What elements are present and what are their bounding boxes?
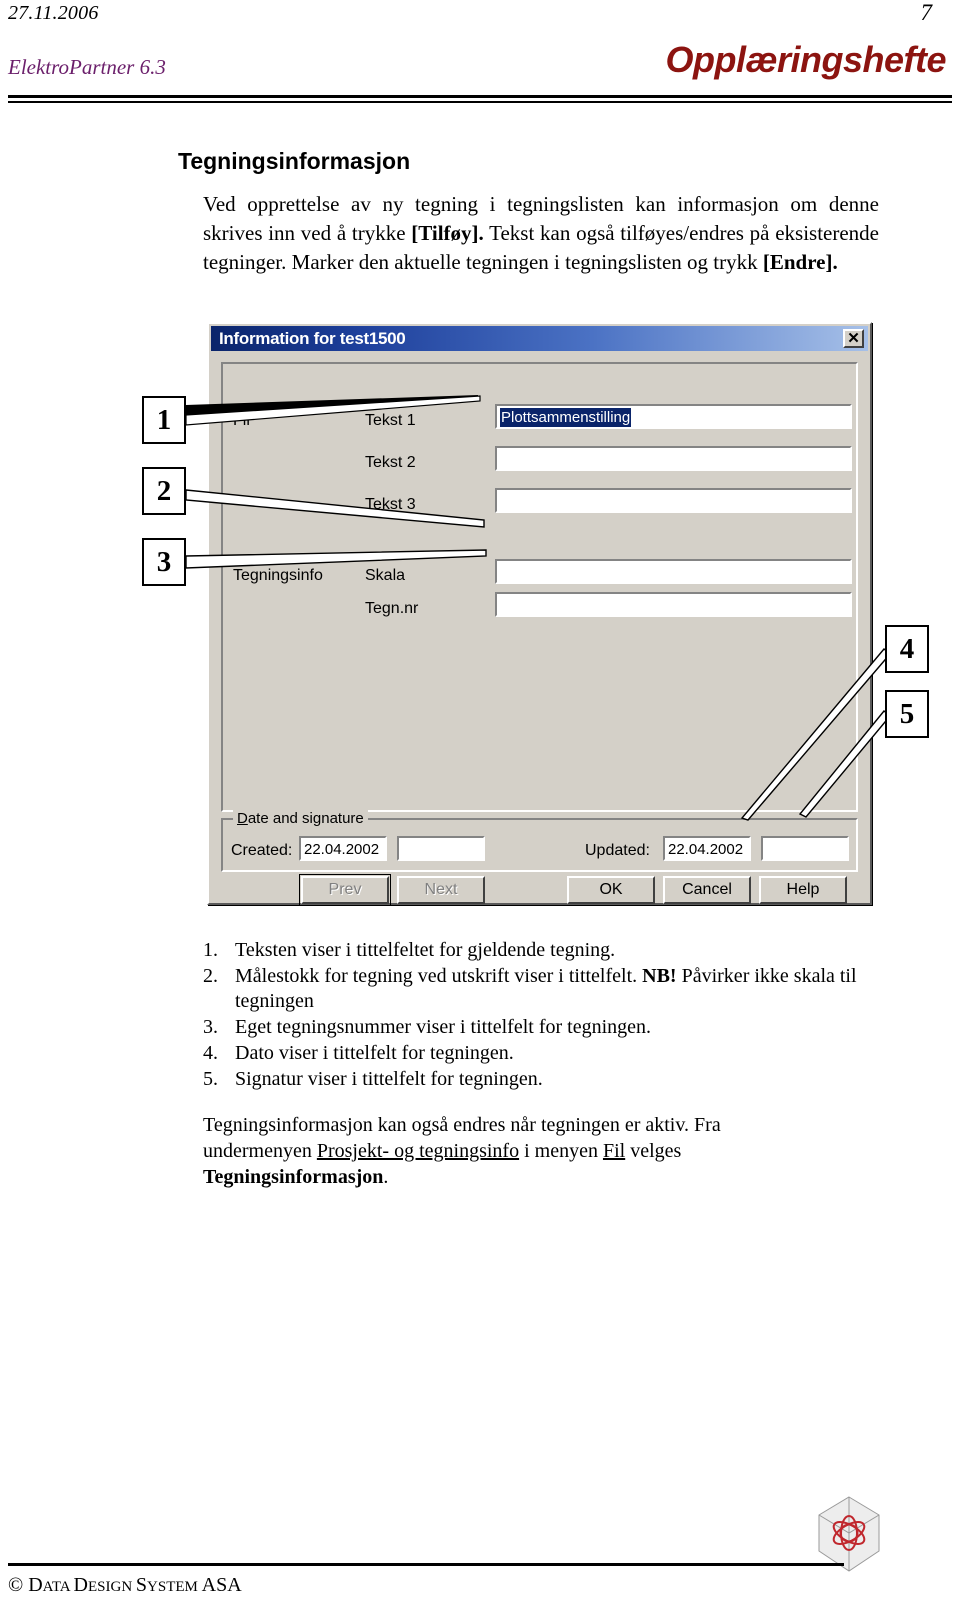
group-label-fil: Fil <box>233 412 250 429</box>
note-item-1: 1. Teksten viser i tittelfeltet for gjeld… <box>203 938 883 963</box>
input-tekst-1-value: Plottsammenstilling <box>500 408 632 427</box>
notes-list: 1. Teksten viser i tittelfeltet for gjeld… <box>203 938 883 1093</box>
note-number-5: 5. <box>203 1068 218 1090</box>
date-group-legend: Date and signature <box>233 810 368 827</box>
note-text-2a: Målestokk for tegning ved utskrift viser… <box>235 965 643 987</box>
next-button-label: Next <box>424 881 458 898</box>
updated-date-value: 22.04.2002 <box>668 841 744 858</box>
header-date: 27.11.2006 <box>8 2 99 24</box>
menu-link-fil: Fil <box>602 1140 626 1162</box>
company-logo-icon <box>818 1496 880 1572</box>
note-number-3: 3. <box>203 1016 218 1038</box>
note-item-2: 2. Målestokk for tegning ved utskrift vis… <box>203 964 883 1014</box>
closing-text-4: . <box>383 1166 389 1188</box>
created-date-field[interactable]: 22.04.2002 <box>299 836 387 861</box>
footer-copyright: © DATA DESIGN SYSTEM ASA <box>8 1574 242 1597</box>
field-label-tekst-1: Tekst 1 <box>365 412 416 429</box>
footer-rule <box>8 1563 844 1566</box>
callout-marker-5: 5 <box>885 690 929 738</box>
company-s: S <box>135 1574 148 1596</box>
cancel-button[interactable]: Cancel <box>663 876 751 904</box>
copyright-symbol: © <box>8 1574 24 1596</box>
next-button[interactable]: Next <box>397 876 485 904</box>
input-tekst-1[interactable]: Plottsammenstilling <box>495 404 852 429</box>
dialog-titlebar: Information for test1500 ✕ <box>211 326 868 351</box>
header-product-name: ElektroPartner 6.3 <box>8 55 166 79</box>
callout-marker-2: 2 <box>142 467 186 515</box>
ok-button[interactable]: OK <box>567 876 655 904</box>
note-item-4: 4. Dato viser i tittelfelt for tegningen. <box>203 1041 883 1066</box>
intro-bold-endre: [Endre]. <box>762 250 838 274</box>
date-legend-rest: ate and signature <box>247 810 364 827</box>
note-text-5: Signatur viser i tittelfelt for tegninge… <box>235 1068 543 1090</box>
note-item-5: 5. Signatur viser i tittelfelt for tegnin… <box>203 1067 883 1092</box>
intro-bold-tilfoy: [Tilføy]. <box>411 221 484 245</box>
closing-paragraph: Tegningsinformasjon kan også endres når … <box>203 1112 803 1190</box>
field-label-tekst-2: Tekst 2 <box>365 454 416 471</box>
note-text-1: Teksten viser i tittelfeltet for gjelden… <box>235 939 616 961</box>
note-text-4: Dato viser i tittelfelt for tegningen. <box>235 1042 514 1064</box>
callout-marker-4: 4 <box>885 625 929 673</box>
field-label-skala: Skala <box>365 567 406 584</box>
note-item-3: 3. Eget tegningsnummer viser i tittelfelt… <box>203 1015 883 1040</box>
menu-link-prosjekt-tegningsinfo: Prosjekt- og tegningsinfo <box>316 1140 520 1162</box>
help-button-label: Help <box>786 881 820 898</box>
ok-button-label: OK <box>599 881 623 898</box>
header-rule-bottom <box>8 101 952 103</box>
close-icon[interactable]: ✕ <box>843 329 864 348</box>
prev-button-label: Prev <box>328 881 362 898</box>
note-number-1: 1. <box>203 939 218 961</box>
closing-bold-tegningsinformasjon: Tegningsinformasjon <box>203 1166 384 1188</box>
note-number-4: 4. <box>203 1042 218 1064</box>
company-esign: ESIGN <box>88 1579 136 1595</box>
date-and-signature-group: Date and signature Created: 22.04.2002 U… <box>221 810 858 872</box>
created-signature-field[interactable] <box>397 836 485 861</box>
section-heading: Tegningsinformasjon <box>178 148 411 174</box>
header-document-title: Opplæringshefte <box>665 39 946 80</box>
field-label-tegn-nr: Tegn.nr <box>365 600 419 617</box>
cancel-button-label: Cancel <box>682 881 732 898</box>
page-number: 7 <box>920 0 933 25</box>
closing-text-3: velges <box>625 1140 682 1162</box>
input-tegn-nr[interactable] <box>495 592 852 617</box>
company-d1: D <box>28 1574 43 1596</box>
intro-paragraph: Ved opprettelse av ny tegning i tegnings… <box>203 190 879 277</box>
page-header: 27.11.2006 7 ElektroPartner 6.3 Opplærin… <box>0 0 960 108</box>
input-skala[interactable] <box>495 559 852 584</box>
closing-text-2: i menyen <box>519 1140 603 1162</box>
information-dialog-screenshot: Information for test1500 ✕ Fil Tegningsi… <box>207 322 872 906</box>
created-label: Created: <box>231 842 293 859</box>
company-ystem: YSTEM <box>147 1579 202 1595</box>
help-button[interactable]: Help <box>759 876 847 904</box>
note-number-2: 2. <box>203 965 218 987</box>
company-d2: D <box>73 1574 88 1596</box>
field-label-tekst-3: Tekst 3 <box>365 496 416 513</box>
date-legend-mnemonic: D <box>237 810 248 827</box>
updated-label: Updated: <box>585 842 650 859</box>
input-tekst-2[interactable] <box>495 446 852 471</box>
company-asa: ASA <box>201 1574 242 1596</box>
note-text-3: Eget tegningsnummer viser i tittelfelt f… <box>235 1016 652 1038</box>
updated-date-field[interactable]: 22.04.2002 <box>663 836 751 861</box>
updated-signature-field[interactable] <box>761 836 849 861</box>
callout-marker-1: 1 <box>142 396 186 444</box>
dialog-title: Information for test1500 <box>219 328 406 348</box>
prev-button[interactable]: Prev <box>299 874 391 906</box>
created-date-value: 22.04.2002 <box>304 841 380 858</box>
input-tekst-3[interactable] <box>495 488 852 513</box>
group-label-tegningsinfo: Tegningsinfo <box>233 567 323 584</box>
dialog-field-group: Fil Tegningsinfo Tekst 1 Tekst 2 Tekst 3… <box>221 362 858 812</box>
header-rule-top <box>8 95 952 98</box>
company-ata: ATA <box>42 1579 74 1595</box>
callout-marker-3: 3 <box>142 538 186 586</box>
note-bold-nb: NB! <box>642 965 677 987</box>
